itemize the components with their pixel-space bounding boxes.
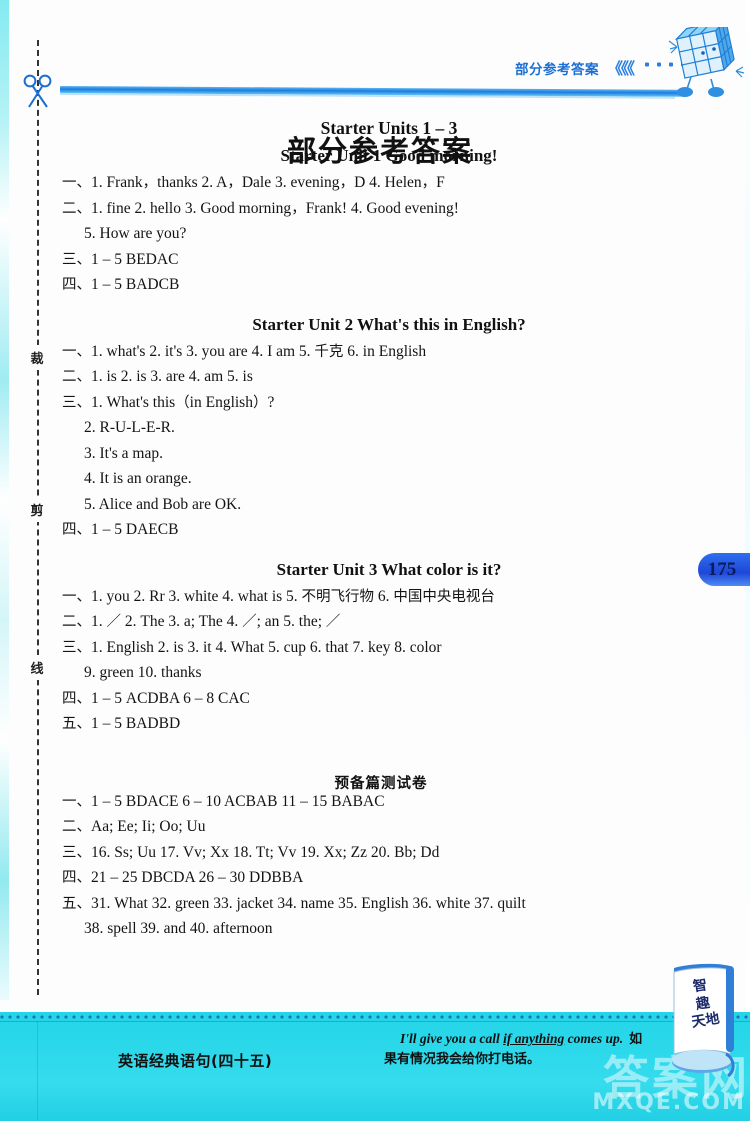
answer-line: 三、16. Ss; Uu 17. Vv; Xx 18. Tt; Vv 19. X…: [62, 843, 440, 861]
answer-line: 五、31. What 32. green 33. jacket 34. name…: [62, 894, 526, 912]
answer-line: 9. green 10. thanks: [84, 664, 202, 681]
unit-heading: Starter Unit 1 Good morning!: [280, 146, 498, 165]
answer-line: 四、1 – 5 ACDBA 6 – 8 CAC: [62, 689, 250, 707]
answer-line: 二、1. is 2. is 3. are 4. am 5. is: [62, 368, 253, 385]
answer-line: 4. It is an orange.: [84, 470, 192, 487]
page-canvas: 部分参考答案 《《《 裁 剪 线 175 部分参考答案 Starter Unit…: [0, 0, 750, 1121]
answer-line: 38. spell 39. and 40. afternoon: [84, 920, 273, 937]
header-rule: [59, 86, 686, 97]
answer-line: 四、1 – 5 DAECB: [62, 521, 179, 538]
footer-chinese-translation: 果有情况我会给你打电话。: [384, 1052, 541, 1067]
watermark-sub: MXQE.COM: [592, 1090, 746, 1115]
answer-line: 三、1 – 5 BEDAC: [62, 250, 179, 268]
footer-dotted-border: [0, 1015, 750, 1019]
answer-line: 三、1. What's this（in English）?: [62, 393, 275, 411]
footer-rule: [0, 1021, 750, 1022]
answer-line: 一、1 – 5 BDACE 6 – 10 ACBAB 11 – 15 BABAC: [62, 792, 385, 810]
footer-title: 英语经典语句(四十五): [118, 1052, 273, 1070]
answer-key-content: 部分参考答案 Starter Units 1 – 3 Starter Unit 1…: [0, 110, 750, 1010]
answer-line: 五、1 – 5 BADBD: [62, 715, 181, 732]
scroll-mascot-label: 智趣天地: [674, 974, 732, 1034]
page-header: 部分参考答案 《《《: [0, 0, 750, 120]
unit-heading: Starter Unit 2 What's this in English?: [252, 314, 526, 334]
answer-line: 四、21 – 25 DBCDA 26 – 30 DDBBA: [62, 869, 304, 886]
answer-line: 5. Alice and Bob are OK.: [84, 495, 242, 513]
running-header-label: 部分参考答案: [515, 62, 599, 78]
answer-line: 四、1 – 5 BADCB: [62, 276, 180, 293]
answer-line: 一、1. what's 2. it's 3. you are 4. I am 5…: [62, 342, 427, 360]
section-heading: Starter Units 1 – 3: [320, 118, 458, 138]
scissors-icon: [22, 72, 56, 112]
answer-line: 3. It's a map.: [84, 444, 163, 462]
footer-vertical-rule: [37, 1021, 38, 1121]
answer-line: 2. R-U-L-E-R.: [84, 419, 175, 436]
chevron-left-icon: 《《《: [607, 59, 635, 78]
answer-line: 三、1. English 2. is 3. it 4. What 5. cup …: [62, 638, 442, 656]
section-heading: 预备篇测试卷: [334, 775, 428, 792]
answer-line: 5. How are you?: [84, 225, 187, 242]
rubiks-cube-mascot-icon: [667, 19, 745, 99]
unit-heading: Starter Unit 3 What color is it?: [276, 559, 502, 579]
answer-line: 二、1. fine 2. hello 3. Good morning，Frank…: [62, 199, 459, 217]
answer-line: 二、Aa; Ee; Ii; Oo; Uu: [62, 818, 206, 835]
answer-line: 一、1. Frank，thanks 2. A，Dale 3. evening，D…: [62, 174, 445, 191]
answer-line: 二、1. ／ 2. The 3. a; The 4. ／; an 5. the;…: [62, 613, 341, 630]
answer-line: 一、1. you 2. Rr 3. white 4. what is 5. 不明…: [62, 587, 495, 605]
